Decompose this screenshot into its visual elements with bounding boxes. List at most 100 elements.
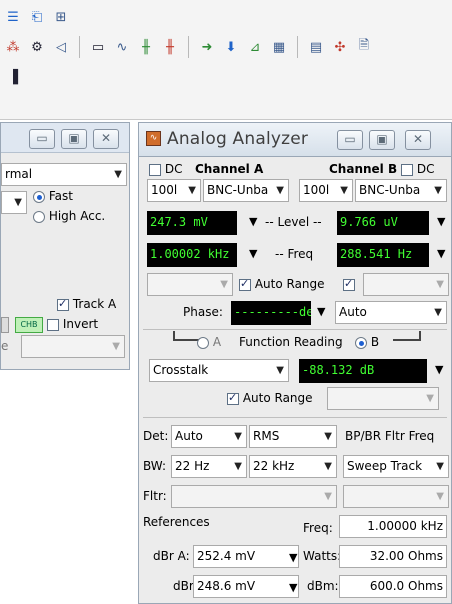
dbra-label: dBr A: [153,549,190,563]
level-label: -- Level -- [265,215,322,229]
freq-b-dropdown-icon[interactable]: ▼ [437,247,445,260]
channel-a-input-combo[interactable]: BNC-Unba [203,179,289,202]
small-combo[interactable] [1,191,27,214]
radio-icon[interactable] [33,210,45,223]
dc-b-label: DC [416,162,435,176]
checkbox-icon[interactable] [149,163,161,176]
dcx-icon[interactable]: ▭ [89,38,107,56]
bp-br-label: BP/BR Fltr Freq [345,429,435,443]
minimize-button[interactable]: ▭ [29,129,55,149]
checkbox-icon[interactable] [57,297,69,311]
function-b-radio[interactable]: B [355,335,379,349]
high-acc-radio[interactable]: High Acc. [33,209,105,223]
panel-toggle-icon[interactable]: ▐ [4,68,22,86]
mode-combo[interactable]: rmal [1,163,127,186]
speaker-icon[interactable]: ◁ [52,38,70,56]
right-arrow-icon[interactable]: ➜ [198,38,216,56]
level-a-value: 247.3 mV [147,211,237,235]
meter-icon[interactable]: ╫ [137,38,155,56]
fltr-b-combo[interactable] [343,485,449,508]
close-button[interactable]: ✕ [93,129,119,149]
toolbar: ☰ ⎗ ⊞ ⁂ ⚙ ◁ ▭ ∿ ╫ ╫ ➜ ⬇ ⊿ ▦ ▤ ✣ 🗎 ▐ [0,0,452,120]
toolbar-row-2: ⁂ ⚙ ◁ ▭ ∿ ╫ ╫ ➜ ⬇ ⊿ ▦ ▤ ✣ 🗎 [4,34,373,60]
maximize-button[interactable]: ▣ [369,130,395,150]
dbm-label: dBm: [307,579,339,593]
wave-icon[interactable]: ∿ [113,38,131,56]
level-a-dropdown-icon[interactable]: ▼ [249,215,257,228]
dbr-dropdown-icon[interactable]: ▼ [289,581,297,594]
freq-a-dropdown-icon[interactable]: ▼ [249,247,257,260]
function-a-label: A [212,335,222,349]
phase-mode-combo[interactable]: Auto [335,301,447,324]
checkbox-icon[interactable] [47,318,59,331]
freq-b-value: 288.541 Hz [337,243,429,267]
disabled-combo-b[interactable] [363,273,449,296]
dbra-dropdown-icon[interactable]: ▼ [289,551,297,564]
high-acc-label: High Acc. [48,209,106,223]
function-auto-range-checkbox[interactable]: Auto Range [227,391,313,405]
channel-a-range-combo[interactable]: 100l [147,179,201,202]
watts-input[interactable]: 32.00 Ohms [339,545,447,568]
fltr-combo[interactable] [171,485,337,508]
dbr-input[interactable]: 248.6 mV [193,575,299,598]
function-disabled-combo[interactable] [327,387,439,410]
bw-high-combo[interactable]: 22 kHz [249,455,337,478]
function-type-combo[interactable]: Crosstalk [149,359,289,382]
dc-b-checkbox[interactable]: DC [401,162,434,176]
separator [188,36,189,58]
bottom-label: e [1,339,9,353]
checkbox-icon[interactable] [401,163,413,176]
maximize-button[interactable]: ▣ [61,129,87,149]
left-panel-titlebar: ▭ ▣ ✕ [1,123,129,153]
dbm-input[interactable]: 600.0 Ohms [339,575,447,598]
invert-checkbox[interactable]: Invert [47,317,98,331]
dc-a-checkbox[interactable]: DC [149,162,182,176]
window-title: Analog Analyzer [167,129,309,149]
auto-range-b-checkbox[interactable] [343,277,355,291]
radio-icon[interactable] [197,336,209,349]
det-combo[interactable]: Auto [171,425,247,448]
display-icon[interactable]: ▤ [307,38,325,56]
meter-red-icon[interactable]: ╫ [161,38,179,56]
function-dropdown-icon[interactable]: ▼ [435,363,443,376]
phase-dropdown-icon[interactable]: ▼ [317,305,325,318]
table-icon[interactable]: ▦ [270,38,288,56]
radio-icon[interactable] [33,190,45,203]
edge-button[interactable] [1,317,9,333]
document-icon[interactable]: 🗎 [355,38,373,56]
rms-combo[interactable]: RMS [249,425,337,448]
minimize-button[interactable]: ▭ [337,130,363,150]
tree-icon[interactable]: ✣ [331,38,349,56]
channel-b-input-combo[interactable]: BNC-Unba [355,179,447,202]
level-b-dropdown-icon[interactable]: ▼ [437,215,445,228]
checkbox-icon[interactable] [227,391,239,405]
list-icon[interactable]: ☰ [4,8,22,26]
chb-badge[interactable]: CHB [15,317,43,333]
panel-icon[interactable]: ⎗ [28,8,46,26]
down-arrow-icon[interactable]: ⬇ [222,38,240,56]
signal-icon[interactable]: ⁂ [4,38,22,56]
close-button[interactable]: ✕ [405,130,431,150]
auto-range-checkbox[interactable]: Auto Range [239,277,325,291]
graph-icon[interactable]: ⊿ [246,38,264,56]
checkbox-icon[interactable] [239,277,251,291]
checkbox-icon[interactable] [343,277,355,291]
disabled-combo-a[interactable] [147,273,233,296]
sweep-track-combo[interactable]: Sweep Track [343,455,449,478]
function-a-radio[interactable]: A [197,335,221,349]
bw-low-combo[interactable]: 22 Hz [171,455,247,478]
grid-icon[interactable]: ⊞ [52,8,70,26]
ref-freq-input[interactable]: 1.00000 kHz [339,515,447,538]
track-a-checkbox[interactable]: Track A [57,297,116,311]
freq-a-value: 1.00002 kHz [147,243,237,267]
function-value: -88.132 dB [299,359,427,383]
settings-icon[interactable]: ⚙ [28,38,46,56]
radio-icon[interactable] [355,336,367,349]
bw-label: BW: [143,459,167,473]
dbra-input[interactable]: 252.4 mV [193,545,299,568]
fltr-label: Fltr: [143,489,167,503]
track-a-label: Track A [72,297,117,311]
disabled-combo[interactable] [21,335,125,358]
fast-radio[interactable]: Fast [33,189,73,203]
channel-b-range-combo[interactable]: 100l [299,179,353,202]
